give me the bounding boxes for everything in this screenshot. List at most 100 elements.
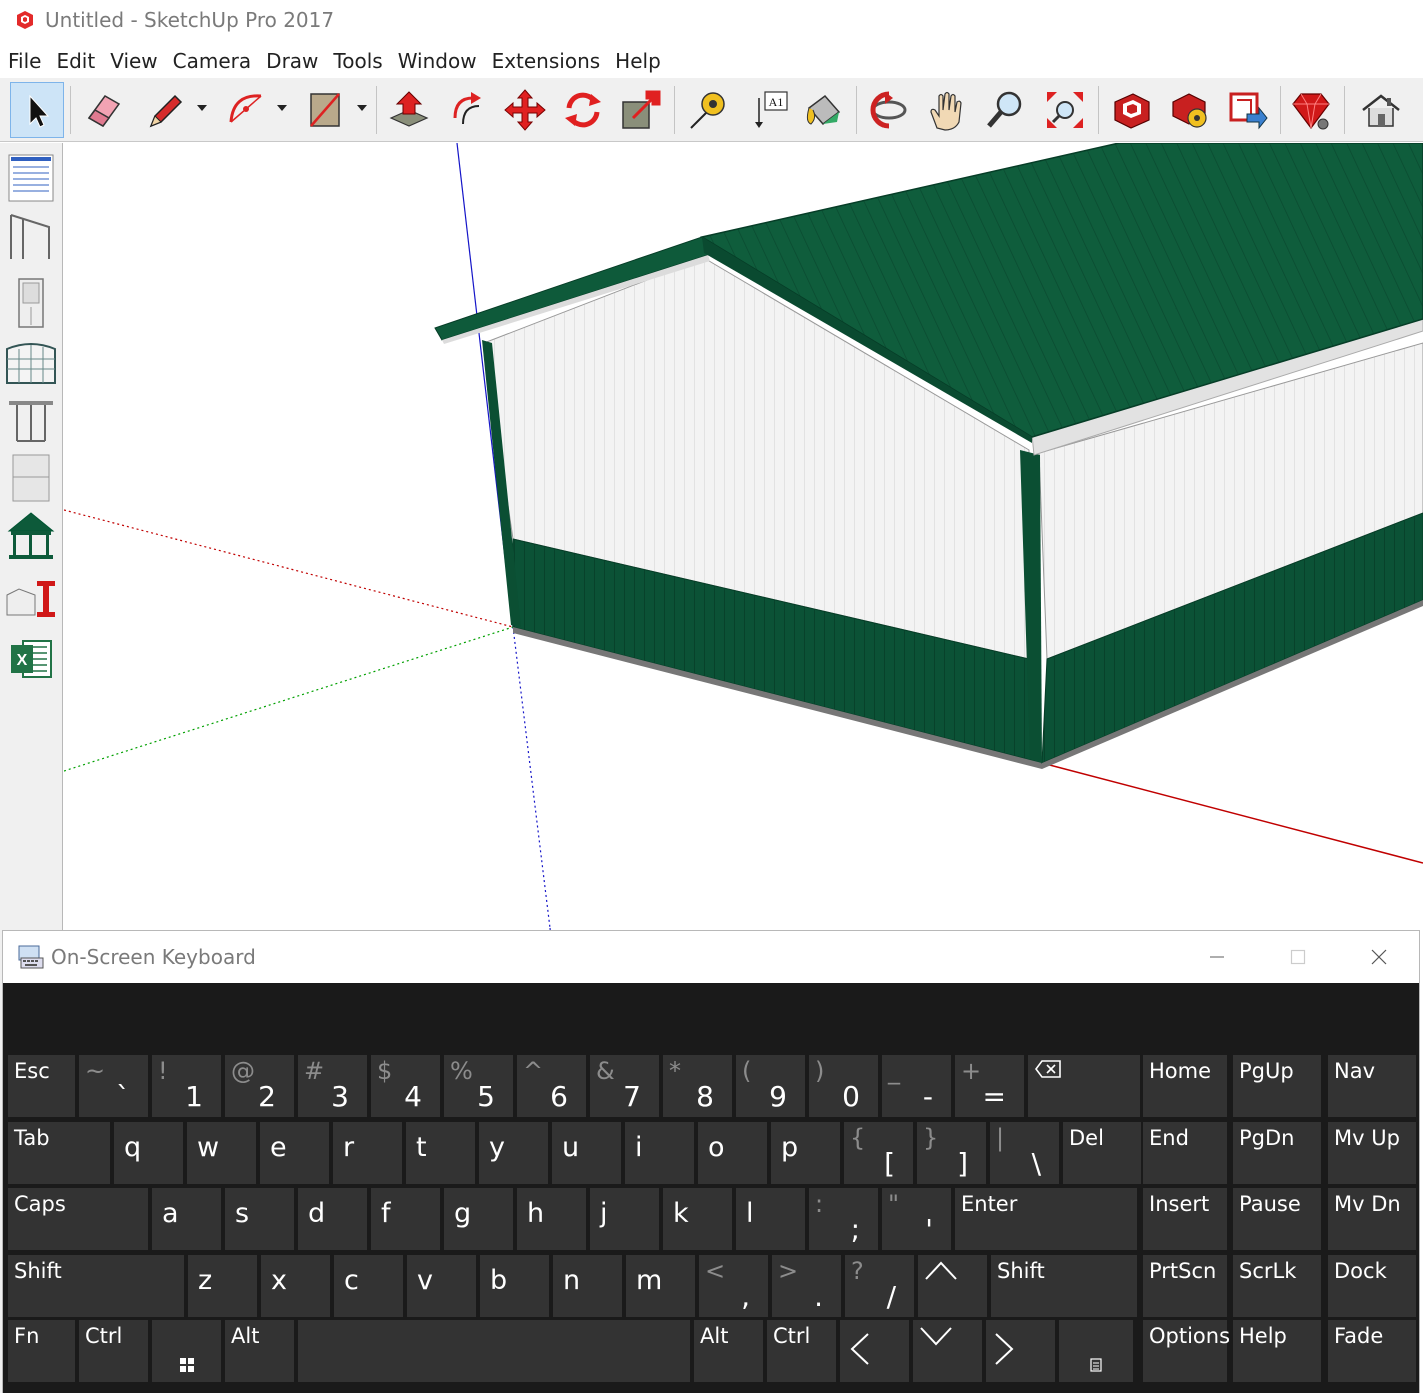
key-6[interactable]: ^ 6 <box>517 1055 586 1117</box>
paint-bucket-tool-button[interactable] <box>796 82 850 138</box>
rectangle-tool-dropdown-icon[interactable] <box>356 102 368 114</box>
key-5[interactable]: % 5 <box>444 1055 513 1117</box>
key-h[interactable]: h <box>517 1188 586 1250</box>
tape-measure-tool-button[interactable] <box>680 82 734 138</box>
key-windows-logo[interactable] <box>152 1320 221 1382</box>
door-button[interactable] <box>3 275 59 331</box>
key-mv-up[interactable]: Mv Up <box>1328 1122 1416 1184</box>
key-m[interactable]: m <box>626 1255 695 1317</box>
key-u[interactable]: u <box>552 1122 621 1184</box>
rectangle-tool-button[interactable] <box>298 82 352 138</box>
key-f[interactable]: f <box>371 1188 440 1250</box>
key-arrow-up[interactable] <box>918 1255 987 1317</box>
key-9[interactable]: (9 <box>736 1055 805 1117</box>
key-alt[interactable]: Alt <box>694 1320 763 1382</box>
zoom-extents-tool-button[interactable] <box>1038 82 1092 138</box>
line-tool-dropdown-icon[interactable] <box>196 102 208 114</box>
form-sheet-button[interactable] <box>3 149 59 205</box>
key-arrow-right[interactable] <box>986 1320 1055 1382</box>
key-pause[interactable]: Pause <box>1233 1188 1321 1250</box>
pan-tool-button[interactable] <box>920 82 974 138</box>
key-arrow-down[interactable] <box>913 1320 982 1382</box>
menu-camera[interactable]: Camera <box>166 49 259 73</box>
key-8[interactable]: * 8 <box>663 1055 732 1117</box>
key-symbol[interactable]: :; <box>809 1188 878 1250</box>
menu-view[interactable]: View <box>103 49 164 73</box>
key-j[interactable]: j <box>590 1188 659 1250</box>
key-options[interactable]: Options <box>1143 1320 1230 1382</box>
key-w[interactable]: w <box>187 1122 256 1184</box>
offset-tool-button[interactable] <box>440 82 494 138</box>
gazebo-button[interactable] <box>3 507 59 563</box>
key-nav[interactable]: Nav <box>1328 1055 1416 1117</box>
maximize-button[interactable] <box>1278 939 1318 975</box>
key-t[interactable]: t <box>406 1122 475 1184</box>
key-2[interactable]: @2 <box>225 1055 294 1117</box>
close-button[interactable] <box>1359 939 1399 975</box>
orbit-tool-button[interactable] <box>862 82 916 138</box>
rotate-tool-button[interactable] <box>556 82 610 138</box>
arc-tool-button[interactable] <box>218 82 272 138</box>
key-enter[interactable]: Enter <box>955 1188 1137 1250</box>
key-x[interactable]: x <box>261 1255 330 1317</box>
key-n[interactable]: n <box>553 1255 622 1317</box>
key-symbol[interactable]: " ' <box>882 1188 951 1250</box>
key-s[interactable]: s <box>225 1188 294 1250</box>
key-del[interactable]: Del <box>1063 1122 1141 1184</box>
key-a[interactable]: a <box>152 1188 221 1250</box>
key-tab[interactable]: Tab <box>8 1122 110 1184</box>
key-r[interactable]: r <box>333 1122 402 1184</box>
key-esc[interactable]: Esc <box>8 1055 75 1117</box>
key-ctrl[interactable]: Ctrl <box>767 1320 836 1382</box>
lean-to-button[interactable] <box>3 207 59 263</box>
key-p[interactable]: p <box>771 1122 840 1184</box>
key-shift[interactable]: Shift <box>991 1255 1137 1317</box>
arc-tool-dropdown-icon[interactable] <box>276 102 288 114</box>
window-frame-button[interactable] <box>3 391 59 447</box>
key-b[interactable]: b <box>480 1255 549 1317</box>
zoom-tool-button[interactable] <box>978 82 1032 138</box>
text-tool-button[interactable]: A1 <box>740 82 794 138</box>
key-insert[interactable]: Insert <box>1143 1188 1227 1250</box>
scale-tool-button[interactable] <box>614 82 668 138</box>
push-pull-tool-button[interactable] <box>382 82 436 138</box>
home-button[interactable] <box>1354 82 1408 138</box>
key-space[interactable] <box>298 1320 690 1382</box>
key-c[interactable]: c <box>334 1255 403 1317</box>
key-q[interactable]: q <box>114 1122 183 1184</box>
key-symbol[interactable]: _ - <box>882 1055 951 1117</box>
key-arrow-left[interactable] <box>840 1320 909 1382</box>
key-home[interactable]: Home <box>1143 1055 1227 1117</box>
key-i[interactable]: i <box>625 1122 694 1184</box>
key-k[interactable]: k <box>663 1188 732 1250</box>
excel-export-button[interactable]: X <box>3 631 59 687</box>
garage-door-button[interactable] <box>3 333 59 389</box>
key-1[interactable]: ! 1 <box>152 1055 221 1117</box>
key-shift[interactable]: Shift <box>8 1255 184 1317</box>
key-symbol[interactable]: {[ <box>844 1122 913 1184</box>
key-mv-dn[interactable]: Mv Dn <box>1328 1188 1416 1250</box>
menu-draw[interactable]: Draw <box>259 49 325 73</box>
key-alt[interactable]: Alt <box>225 1320 294 1382</box>
warehouse-button[interactable] <box>1104 82 1158 138</box>
key-e[interactable]: e <box>260 1122 329 1184</box>
key-ctrl[interactable]: Ctrl <box>79 1320 148 1382</box>
steel-beam-button[interactable] <box>3 571 59 627</box>
key-backspace[interactable] <box>1028 1055 1140 1117</box>
key-caps[interactable]: Caps <box>8 1188 148 1250</box>
eraser-tool-button[interactable] <box>76 82 130 138</box>
menu-window[interactable]: Window <box>391 49 484 73</box>
key-0[interactable]: ) 0 <box>809 1055 878 1117</box>
key-o[interactable]: o <box>698 1122 767 1184</box>
key-z[interactable]: z <box>188 1255 257 1317</box>
menu-tools[interactable]: Tools <box>326 49 389 73</box>
key-prtscn[interactable]: PrtScn <box>1143 1255 1227 1317</box>
key-3[interactable]: #3 <box>298 1055 367 1117</box>
panel-button[interactable] <box>3 449 59 505</box>
key-symbol[interactable]: }] <box>917 1122 986 1184</box>
key-7[interactable]: & 7 <box>590 1055 659 1117</box>
key-scrlk[interactable]: ScrLk <box>1233 1255 1321 1317</box>
line-tool-button[interactable] <box>138 82 192 138</box>
key-y[interactable]: y <box>479 1122 548 1184</box>
key-end[interactable]: End <box>1143 1122 1227 1184</box>
